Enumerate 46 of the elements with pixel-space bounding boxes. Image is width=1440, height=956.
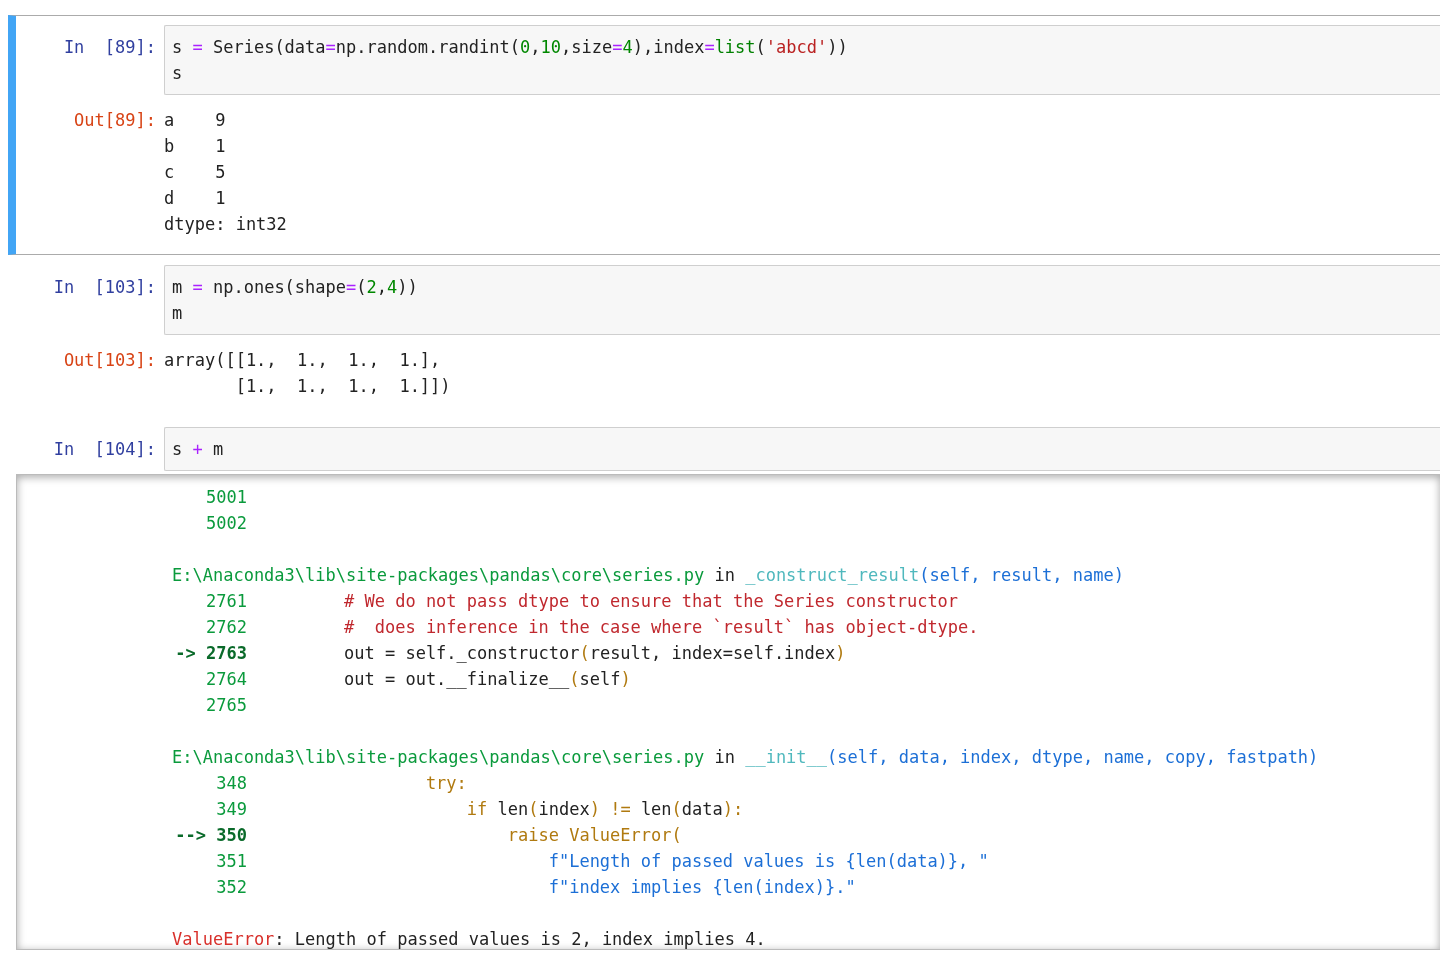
code-line: s — [172, 62, 184, 85]
output-line: d 1 — [164, 187, 227, 210]
output-line: b 1 — [164, 135, 227, 158]
output-line: c 5 — [164, 161, 227, 184]
input-prompt: In [89]: — [62, 36, 157, 59]
code-line: # We do not pass dtype to ensure that the Series constructor — [344, 590, 959, 613]
line-number: 2764 — [205, 668, 247, 691]
code-line: out = self._constructor(result, index=self.index) — [344, 642, 846, 665]
code-editor[interactable]: s + m — [164, 427, 1440, 471]
line-number: 351 — [215, 850, 247, 873]
code-line: m — [172, 302, 184, 325]
traceback-header: E:\Anaconda3\lib\site-packages\pandas\core\series.py in __init__(self, data, index, dtype, name, copy, fastpath) — [172, 746, 1320, 769]
output-prompt: Out[103]: — [62, 349, 157, 372]
line-number: 349 — [215, 798, 247, 821]
code-editor[interactable]: m = np.ones(shape=(2,4)) m — [164, 265, 1440, 335]
input-prompt: In [103]: — [52, 276, 157, 299]
notebook-cell[interactable]: In [89]: s = Series(data=np.random.randint(0,10,size=4),index=list('abcd')) s Out[89]: a 9 b 1 c 5 d 1 dtype: int32 — [8, 15, 1440, 255]
notebook-cell[interactable]: In [103]: m = np.ones(shape=(2,4)) m Out[103]: array([[1., 1., 1., 1.], [1., 1., 1., 1.]]) — [8, 255, 1440, 417]
line-number: 352 — [215, 876, 247, 899]
line-number: 5002 — [205, 512, 247, 535]
line-number: 348 — [215, 772, 247, 795]
output-line: a 9 — [164, 109, 227, 132]
code-line: f"index implies {len(index)}." — [547, 876, 856, 899]
code-line: try: — [424, 772, 467, 795]
line-number: 5001 — [205, 486, 247, 509]
code-line: s = Series(data=np.random.randint(0,10,size=4),index=list('abcd')) — [172, 36, 849, 59]
code-line: m = np.ones(shape=(2,4)) — [172, 276, 419, 299]
output-line: [1., 1., 1., 1.]]) — [234, 375, 451, 398]
input-prompt: In [104]: — [52, 438, 157, 461]
code-line: out = out.__finalize__(self) — [344, 668, 631, 691]
code-editor[interactable]: s = Series(data=np.random.randint(0,10,size=4),index=list('abcd')) s — [164, 25, 1440, 95]
line-number: -> 2763 — [174, 642, 247, 665]
line-number: 2761 — [205, 590, 247, 613]
output-prompt: Out[89]: — [73, 109, 157, 132]
output-line: array([[1., 1., 1., 1.], — [164, 349, 442, 372]
traceback-header: E:\Anaconda3\lib\site-packages\pandas\core\series.py in _construct_result(self, result, name) — [172, 564, 1125, 587]
line-number: 2765 — [205, 694, 247, 717]
line-number: --> 350 — [174, 824, 247, 847]
code-line: if len(index) != len(data): — [465, 798, 744, 821]
error-message: ValueError: Length of passed values is 2, index implies 4. — [172, 928, 767, 949]
output-line: dtype: int32 — [164, 213, 287, 236]
code-line: # does inference in the case where `result` has object-dtype. — [344, 616, 979, 639]
code-line: f"Length of passed values is {len(data)}, " — [547, 850, 989, 873]
line-number: 2762 — [205, 616, 247, 639]
code-line: raise ValueError( — [506, 824, 682, 847]
code-line: s + m — [172, 438, 225, 461]
